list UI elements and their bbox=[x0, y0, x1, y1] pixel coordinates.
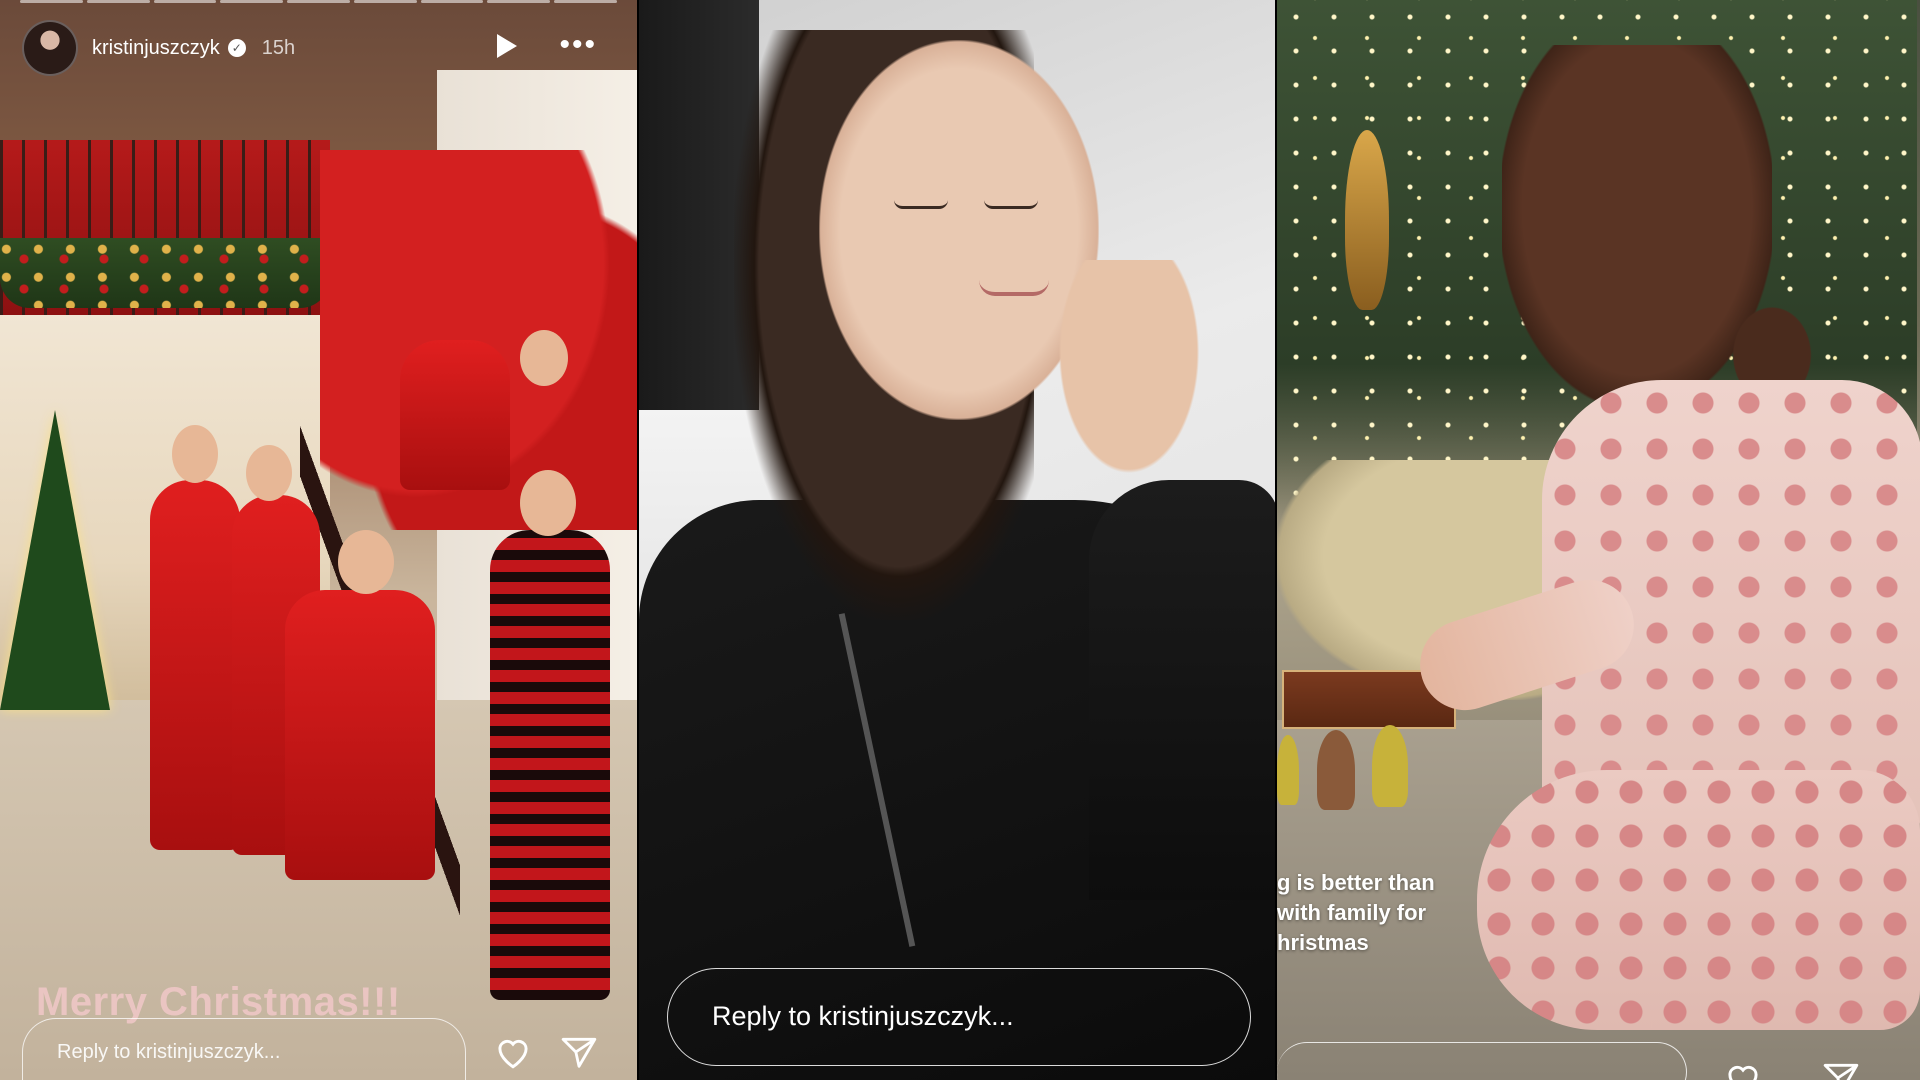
story-header: kristinjuszczyk ✓ 15h ••• bbox=[22, 20, 617, 76]
reply-input[interactable]: Reply to kristinjuszczyk... bbox=[22, 1018, 466, 1080]
caption-line: g is better than bbox=[1277, 870, 1435, 895]
smile bbox=[979, 280, 1049, 296]
closed-eye bbox=[984, 200, 1038, 209]
caption-line: with family for bbox=[1277, 900, 1427, 925]
hoodie-sleeve bbox=[1089, 480, 1275, 900]
person-red-pajamas bbox=[400, 340, 510, 490]
reply-input[interactable]: Reply to kristinjuszczyk... bbox=[667, 968, 1251, 1066]
person-red-pajamas bbox=[150, 480, 240, 850]
send-icon[interactable] bbox=[560, 1034, 598, 1070]
christmas-garland bbox=[0, 238, 330, 308]
person-kneeling-red-pajamas bbox=[285, 590, 435, 880]
avatar[interactable] bbox=[22, 20, 78, 76]
hand bbox=[1049, 260, 1209, 490]
gold-ornament bbox=[1345, 130, 1389, 310]
more-icon[interactable]: ••• bbox=[559, 28, 597, 62]
verified-icon: ✓ bbox=[227, 39, 246, 57]
story-caption: g is better than with family for hristma… bbox=[1277, 868, 1435, 958]
heart-icon[interactable] bbox=[493, 1034, 533, 1070]
child-legs bbox=[1477, 770, 1920, 1030]
caption-line: hristmas bbox=[1277, 930, 1369, 955]
toy-figure bbox=[1317, 730, 1355, 810]
toy-figure bbox=[1277, 735, 1299, 805]
person-head bbox=[172, 425, 218, 483]
story-panel-selfie[interactable]: Reply to kristinjuszczyk... bbox=[639, 0, 1275, 1080]
person-head-santa-hat bbox=[338, 530, 394, 594]
person-head bbox=[520, 470, 576, 536]
story-panel-tree[interactable]: g is better than with family for hristma… bbox=[1277, 0, 1920, 1080]
time-ago: 15h bbox=[261, 36, 296, 59]
story-panel-family[interactable]: kristinjuszczyk ✓ 15h ••• Merry Christma… bbox=[0, 0, 637, 1080]
send-icon[interactable] bbox=[1822, 1060, 1860, 1080]
play-icon[interactable] bbox=[497, 34, 517, 58]
person-head bbox=[246, 445, 292, 501]
toy-figure bbox=[1372, 725, 1408, 807]
reply-input[interactable] bbox=[1277, 1042, 1687, 1080]
person-head bbox=[520, 330, 568, 386]
christmas-tree bbox=[0, 410, 110, 710]
heart-icon[interactable] bbox=[1723, 1060, 1763, 1080]
story-progress-bar bbox=[20, 0, 618, 3]
username[interactable]: kristinjuszczyk bbox=[92, 37, 220, 60]
person-plaid-pajamas bbox=[490, 530, 610, 1000]
closed-eye bbox=[894, 200, 948, 209]
